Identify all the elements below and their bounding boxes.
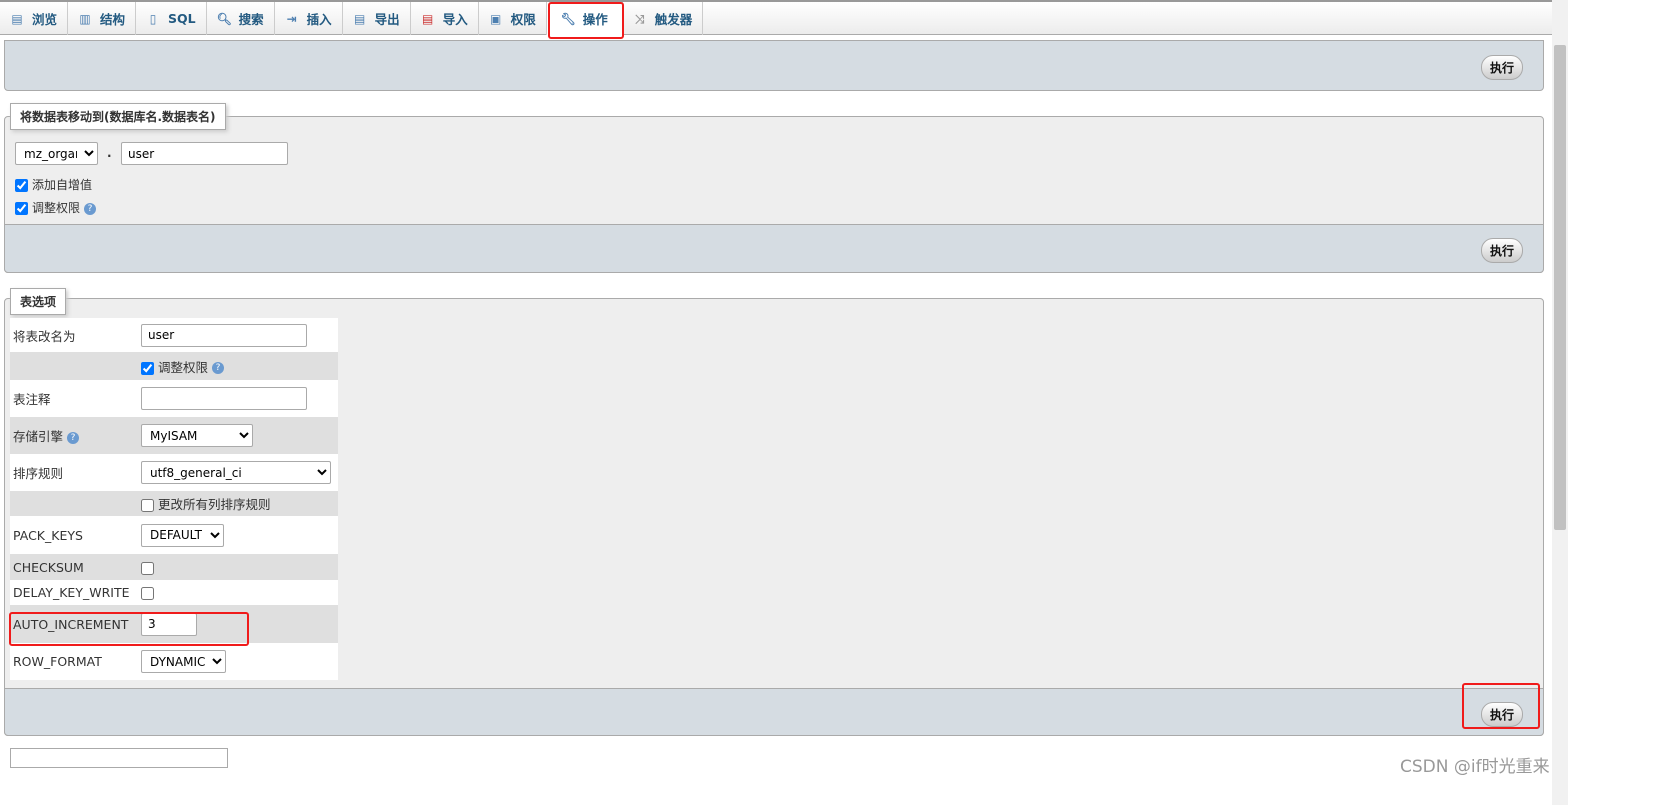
tab-structure[interactable]: ▥ 结构	[68, 2, 137, 35]
change-all-collation[interactable]: 更改所有列排序规则	[141, 497, 271, 512]
tab-import[interactable]: ▤ 导入	[411, 2, 479, 35]
rename-adjust-privileges[interactable]: 调整权限?	[141, 360, 225, 375]
collation-select[interactable]: utf8_general_ci	[141, 461, 331, 484]
collation-label: 排序规则	[13, 466, 64, 481]
pack-keys-label: PACK_KEYS	[13, 527, 83, 543]
dot-separator: .	[107, 146, 112, 160]
add-auto-increment-checkbox[interactable]	[15, 179, 28, 192]
next-fieldset-legend	[10, 748, 228, 768]
row-format-select[interactable]: DYNAMIC	[141, 650, 226, 673]
engine-select[interactable]: MyISAM	[141, 424, 253, 447]
table-options-footer: 执行	[4, 688, 1544, 736]
rename-adjust-privileges-checkbox[interactable]	[141, 361, 154, 375]
adjust-privileges-checkbox[interactable]	[15, 202, 28, 215]
rename-label: 将表改名为	[13, 328, 76, 344]
row-format-label: ROW_FORMAT	[13, 654, 102, 669]
import-icon: ▤	[422, 11, 434, 26]
help-icon[interactable]: ?	[67, 431, 80, 444]
change-all-collation-checkbox[interactable]	[141, 499, 154, 512]
delay-key-write-label: DELAY_KEY_WRITE	[13, 585, 130, 600]
go-button-1[interactable]: 执行	[1480, 55, 1523, 80]
insert-icon: ⇥	[286, 11, 297, 26]
scrollbar-thumb[interactable]	[1554, 45, 1566, 530]
tab-browse[interactable]: ▤ 浏览	[0, 2, 69, 35]
move-table-footer: 执行	[4, 224, 1544, 273]
auto-increment-checkbox-row[interactable]: 添加自增值	[15, 176, 92, 193]
pack-keys-select[interactable]: DEFAULT	[141, 523, 224, 547]
tab-sql[interactable]: ▯ SQL	[136, 2, 207, 35]
new-table-name-input[interactable]	[121, 142, 288, 165]
move-table-legend: 将数据表移动到(数据库名.数据表名)	[10, 103, 226, 130]
privileges-icon: ▣	[490, 11, 502, 26]
help-icon[interactable]: ?	[84, 202, 97, 215]
tab-privileges[interactable]: ▣ 权限	[479, 2, 547, 35]
go-button-2[interactable]: 执行	[1480, 238, 1523, 263]
table-options-legend: 表选项	[10, 288, 67, 315]
tab-triggers[interactable]: ⤨ 触发器	[623, 2, 704, 35]
export-icon: ▤	[354, 11, 366, 26]
previous-fieldset-footer: 执行	[4, 40, 1544, 91]
tab-export[interactable]: ▤ 导出	[343, 2, 411, 35]
tab-search[interactable]: 🔍︎ 搜索	[207, 2, 275, 35]
watermark: CSDN @if时光重来	[1400, 757, 1550, 777]
structure-icon: ▥	[79, 11, 91, 26]
checksum-checkbox[interactable]	[141, 561, 154, 575]
database-select[interactable]: mz_organ	[15, 142, 98, 165]
help-icon[interactable]: ?	[212, 362, 225, 374]
highlight-auto-increment	[9, 612, 249, 646]
rename-input[interactable]	[141, 323, 307, 347]
search-icon: 🔍︎	[216, 11, 232, 26]
comment-label: 表注释	[13, 392, 51, 407]
adjust-privileges-row[interactable]: 调整权限?	[15, 199, 97, 216]
comment-input[interactable]	[141, 387, 307, 410]
triggers-icon: ⤨	[634, 11, 645, 26]
highlight-go-button	[1462, 683, 1540, 729]
delay-key-write-checkbox[interactable]	[141, 587, 154, 600]
tab-bar: ▤ 浏览 ▥ 结构 ▯ SQL 🔍︎ 搜索 ⇥ 插入 ▤ 导出 ▤ 导入 ▣ 权限 🔧︎ 操作 ⤨…	[0, 0, 1552, 35]
engine-label: 存储引擎?	[10, 417, 138, 454]
highlight-operations-tab	[548, 2, 624, 39]
checksum-label: CHECKSUM	[13, 559, 84, 575]
sql-icon: ▯	[149, 11, 157, 26]
tab-insert[interactable]: ⇥ 插入	[275, 2, 343, 35]
browse-icon: ▤	[11, 11, 23, 26]
